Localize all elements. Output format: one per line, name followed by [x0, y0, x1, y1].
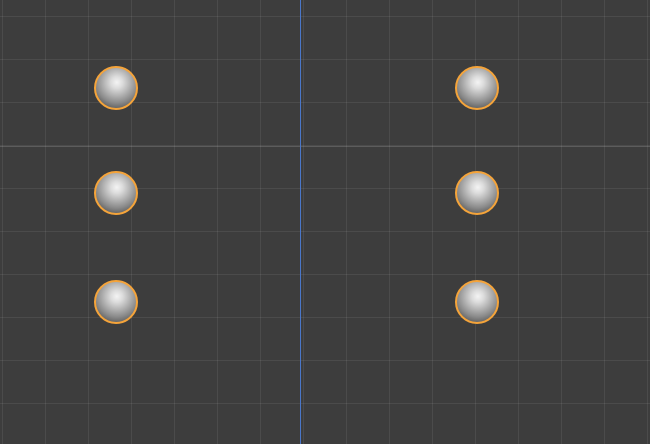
- grid-major-line: [0, 146, 650, 147]
- sphere-object-top-left[interactable]: [94, 66, 138, 110]
- y-axis-line: [300, 0, 301, 444]
- sphere-object-bottom-left[interactable]: [94, 280, 138, 324]
- sphere-object-top-right[interactable]: [455, 66, 499, 110]
- 3d-viewport[interactable]: [0, 0, 650, 444]
- sphere-object-middle-right[interactable]: [455, 171, 499, 215]
- sphere-object-bottom-right[interactable]: [455, 280, 499, 324]
- sphere-object-middle-left[interactable]: [94, 171, 138, 215]
